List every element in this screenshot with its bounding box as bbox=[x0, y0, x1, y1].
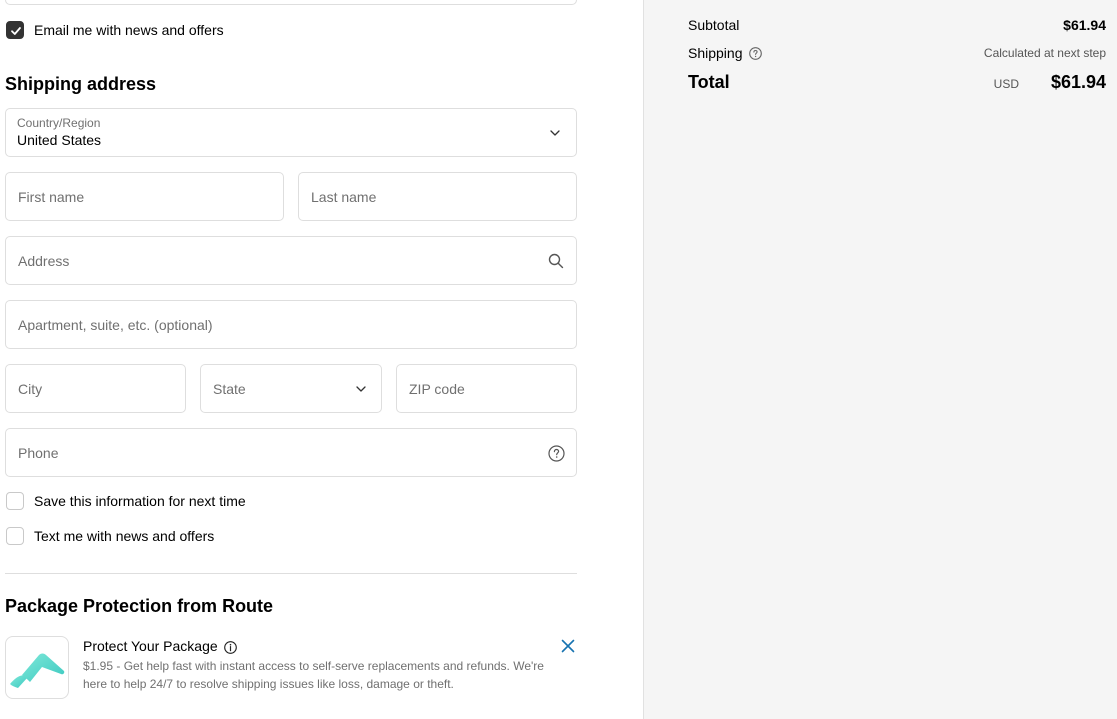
help-circle-icon[interactable] bbox=[547, 444, 565, 462]
email-news-label: Email me with news and offers bbox=[34, 22, 224, 38]
shipping-address-title: Shipping address bbox=[5, 74, 157, 94]
search-icon[interactable] bbox=[547, 252, 565, 270]
info-icon[interactable] bbox=[223, 640, 237, 654]
shipping-row: Shipping Calculated at next step bbox=[688, 44, 1106, 64]
chevron-down-icon bbox=[549, 127, 561, 139]
checkmark-icon bbox=[11, 27, 21, 35]
currency-code: USD bbox=[993, 77, 1019, 91]
phone-field[interactable]: Phone bbox=[5, 428, 577, 477]
last-name-field[interactable]: Last name bbox=[298, 172, 577, 221]
subtotal-label: Subtotal bbox=[688, 17, 740, 33]
protect-package-title: Protect Your Package bbox=[83, 638, 218, 654]
checkout-form-panel: Email me with news and offers Shipping a… bbox=[0, 0, 643, 719]
route-logo bbox=[5, 636, 69, 699]
chevron-down-icon bbox=[355, 383, 367, 395]
subtotal-value: $61.94 bbox=[1063, 17, 1106, 33]
city-field[interactable]: City bbox=[5, 364, 186, 413]
email-news-checkbox[interactable] bbox=[6, 21, 24, 39]
section-divider bbox=[5, 573, 577, 574]
state-select[interactable]: State bbox=[200, 364, 382, 413]
shipping-label: Shipping bbox=[688, 45, 743, 61]
country-value: United States bbox=[17, 132, 102, 148]
first-name-field[interactable]: First name bbox=[5, 172, 284, 221]
shipping-value: Calculated at next step bbox=[983, 46, 1106, 60]
address-field[interactable]: Address bbox=[5, 236, 577, 285]
text-news-label: Text me with news and offers bbox=[34, 528, 215, 544]
subtotal-row: Subtotal $61.94 bbox=[688, 16, 1106, 36]
country-select[interactable]: Country/Region United States bbox=[5, 108, 577, 157]
total-label: Total bbox=[688, 72, 730, 92]
save-info-label: Save this information for next time bbox=[34, 493, 246, 509]
order-summary-panel bbox=[643, 0, 1117, 719]
city-placeholder: City bbox=[18, 381, 43, 397]
total-row: Total USD $61.94 bbox=[688, 70, 1106, 96]
state-placeholder: State bbox=[213, 381, 246, 397]
zip-field[interactable]: ZIP code bbox=[396, 364, 577, 413]
text-news-checkbox[interactable] bbox=[6, 527, 24, 545]
apartment-placeholder: Apartment, suite, etc. (optional) bbox=[18, 317, 213, 333]
email-field[interactable] bbox=[5, 0, 577, 5]
help-circle-icon[interactable] bbox=[748, 46, 762, 60]
address-placeholder: Address bbox=[18, 253, 70, 269]
zip-placeholder: ZIP code bbox=[409, 381, 465, 397]
apartment-field[interactable]: Apartment, suite, etc. (optional) bbox=[5, 300, 577, 349]
save-info-checkbox[interactable] bbox=[6, 492, 24, 510]
last-name-placeholder: Last name bbox=[311, 189, 377, 205]
first-name-placeholder: First name bbox=[18, 189, 85, 205]
package-protection-title: Package Protection from Route bbox=[5, 596, 274, 616]
phone-placeholder: Phone bbox=[18, 445, 59, 461]
close-icon[interactable] bbox=[560, 638, 575, 653]
protect-package-description: $1.95 - Get help fast with instant acces… bbox=[83, 659, 544, 691]
country-label: Country/Region bbox=[17, 116, 101, 130]
total-value: $61.94 bbox=[1050, 72, 1106, 92]
